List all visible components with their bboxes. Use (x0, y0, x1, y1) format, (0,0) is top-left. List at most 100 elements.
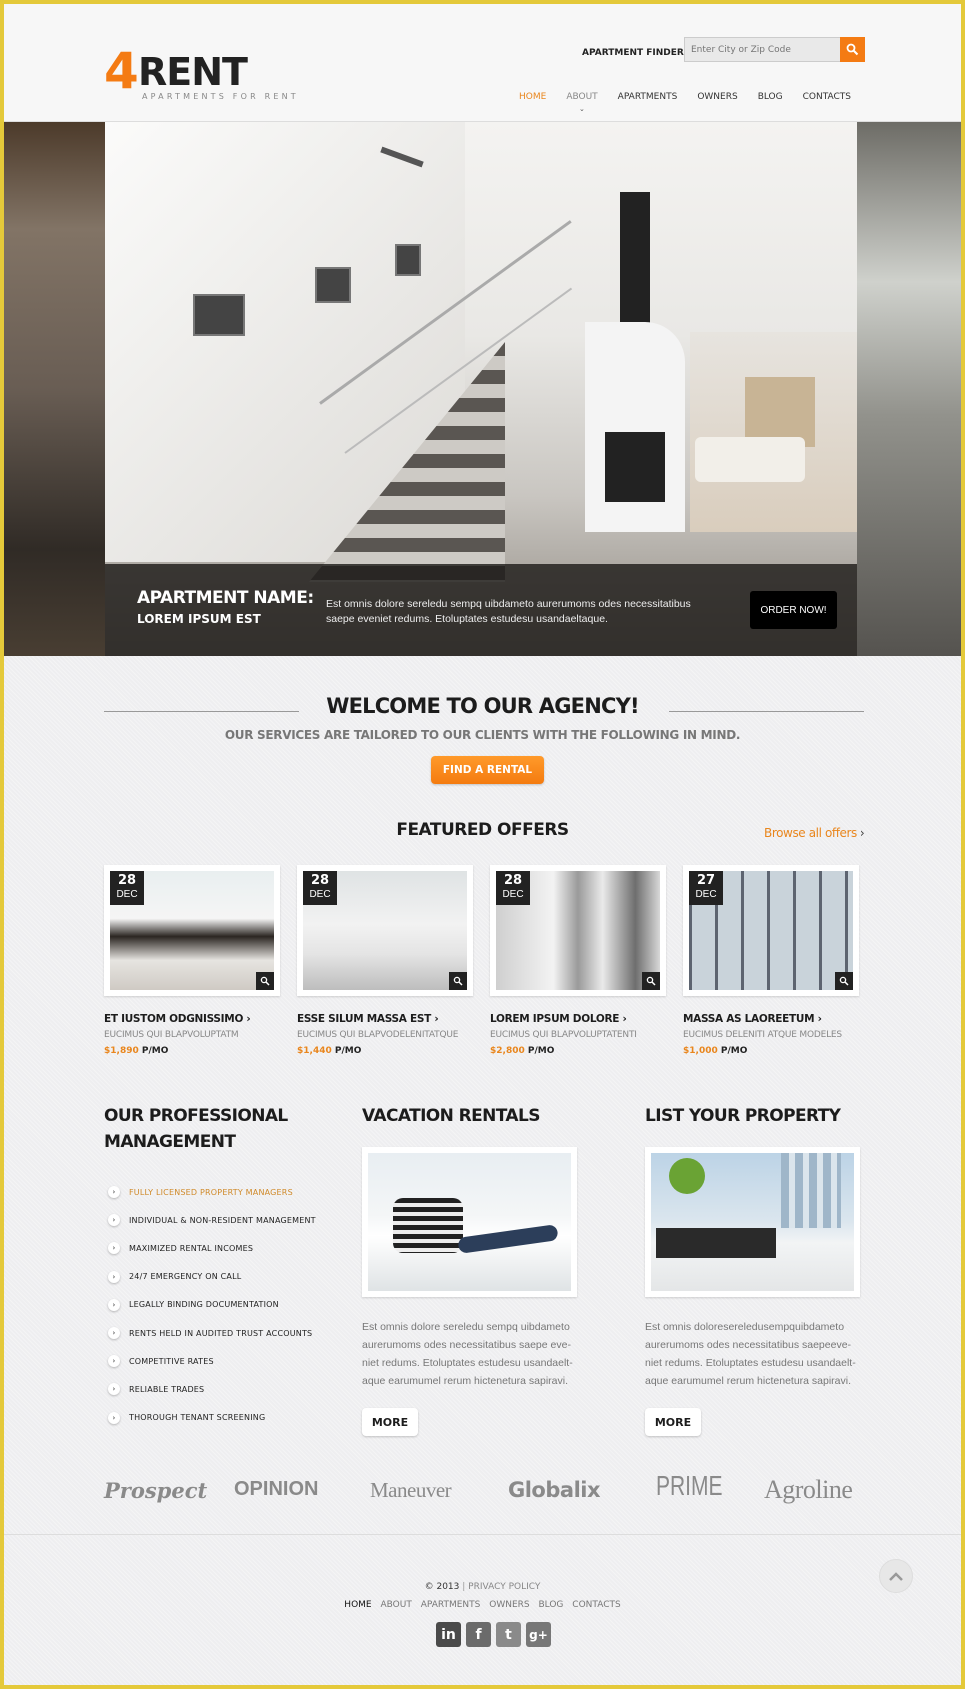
list-property-image[interactable] (645, 1147, 860, 1297)
apartment-finder-input[interactable] (684, 37, 841, 62)
chevron-right-icon: › (108, 1411, 120, 1424)
partner-logo-prospect[interactable]: Prospect (104, 1478, 207, 1503)
list-property-title: LIST YOUR PROPERTY (645, 1106, 841, 1126)
chevron-right-icon: › (108, 1186, 120, 1199)
chevron-right-icon: › (108, 1298, 120, 1311)
footer-nav-apartments[interactable]: APARTMENTS (421, 1600, 481, 1610)
offer-price: $2,800 P/MO (490, 1046, 555, 1056)
footer-nav-owners[interactable]: OWNERS (489, 1600, 529, 1610)
list-item[interactable]: › MAXIMIZED RENTAL INCOMES (108, 1234, 348, 1262)
list-item[interactable]: › FULLY LICENSED PROPERTY MANAGERS (108, 1178, 348, 1206)
welcome-subtitle: OUR SERVICES ARE TAILORED TO OUR CLIENTS… (224, 728, 741, 742)
hero-slider: APARTMENT NAME: LOREM IPSUM EST Est omni… (4, 122, 961, 656)
offer-date: 28 DEC (303, 871, 337, 905)
offer-image[interactable]: 28 DEC (297, 865, 473, 996)
facebook-icon[interactable]: f (466, 1622, 491, 1647)
partner-logo-prime[interactable]: PRIME (656, 1470, 723, 1502)
hero-title: APARTMENT NAME: (137, 588, 314, 608)
welcome-title: WELCOME TO OUR AGENCY! (326, 694, 639, 718)
nav-owners[interactable]: OWNERS (697, 92, 737, 102)
linkedin-icon[interactable]: in (436, 1622, 461, 1647)
chevron-right-icon: › (108, 1270, 120, 1283)
chevron-right-icon: › (108, 1214, 120, 1227)
vacation-text: Est omnis dolore sereledu sempq uibdamet… (362, 1321, 573, 1387)
footer-nav-blog[interactable]: BLOG (538, 1600, 563, 1610)
partner-logo-agroline[interactable]: Agroline (764, 1475, 853, 1505)
browse-all-offers-link[interactable]: Browse all offers › (764, 826, 865, 840)
hero-text: Est omnis dolore sereledu sempq uibdamet… (326, 598, 691, 625)
search-icon (846, 43, 859, 56)
chevron-right-icon: › (108, 1383, 120, 1396)
list-property-more-button[interactable]: MORE (645, 1408, 701, 1436)
zoom-icon[interactable] (256, 972, 274, 990)
hero-prev-slide-preview[interactable] (4, 122, 105, 656)
offer-name[interactable]: ESSE SILUM MASSA EST › (297, 1013, 439, 1025)
offer-image[interactable]: 28 DEC (104, 865, 280, 996)
logo-word: RENT (138, 50, 248, 94)
footer: © 2013 | PRIVACY POLICY HOME ABOUT APART… (4, 1534, 961, 1685)
chevron-right-icon: › (108, 1327, 120, 1340)
finder-search-button[interactable] (840, 37, 865, 62)
zoom-icon[interactable] (449, 972, 467, 990)
footer-nav: HOME ABOUT APARTMENTS OWNERS BLOG CONTAC… (4, 1600, 961, 1610)
chevron-right-icon: › (108, 1242, 120, 1255)
offer-subtitle: EUCIMUS QUI BLAPVOLUPTATENTI (490, 1030, 637, 1040)
management-list: › FULLY LICENSED PROPERTY MANAGERS › INDIV… (108, 1178, 348, 1432)
list-item[interactable]: › RENTS HELD IN AUDITED TRUST ACCOUNTS (108, 1319, 348, 1347)
offer-name[interactable]: MASSA AS LAOREETUM › (683, 1013, 822, 1025)
vacation-rentals-title: VACATION RENTALS (362, 1106, 540, 1126)
copyright: © 2013 | PRIVACY POLICY (424, 1582, 541, 1592)
nav-contacts[interactable]: CONTACTS (803, 92, 851, 102)
list-item[interactable]: › RELIABLE TRADES (108, 1375, 348, 1403)
offer-image[interactable]: 28 DEC (490, 865, 666, 996)
offer-name[interactable]: ET IUSTOM ODGNISSIMO › (104, 1013, 251, 1025)
twitter-icon[interactable]: t (496, 1622, 521, 1647)
hero-next-slide-preview[interactable] (857, 122, 961, 656)
partner-logo-maneuver[interactable]: Maneuver (370, 1478, 452, 1503)
list-item[interactable]: › INDIVIDUAL & NON-RESIDENT MANAGEMENT (108, 1206, 348, 1234)
find-rental-button[interactable]: FIND A RENTAL (431, 756, 544, 784)
nav-about-label: ABOUT (566, 92, 598, 102)
footer-nav-contacts[interactable]: CONTACTS (572, 1600, 620, 1610)
offer-image[interactable]: 27 DEC (683, 865, 859, 996)
google-plus-icon[interactable]: g+ (526, 1622, 551, 1647)
offer-price: $1,890 P/MO (104, 1046, 169, 1056)
chevron-right-icon: › (859, 826, 865, 840)
footer-nav-home[interactable]: HOME (344, 1600, 371, 1610)
chevron-up-icon (889, 1572, 903, 1581)
main-nav: HOME ABOUT ⌄ APARTMENTS OWNERS BLOG CONTA… (519, 92, 871, 113)
browse-link-label: Browse all offers (764, 826, 857, 840)
order-now-button[interactable]: ORDER NOW! (750, 591, 837, 629)
social-links: in f t g+ (436, 1622, 551, 1647)
partner-logo-opinion[interactable]: OPINION (234, 1478, 318, 1501)
vacation-more-button[interactable]: MORE (362, 1408, 418, 1436)
list-property-text: Est omnis doloresereledusempquibdameto a… (645, 1321, 856, 1387)
nav-apartments[interactable]: APARTMENTS (618, 92, 678, 102)
zoom-icon[interactable] (642, 972, 660, 990)
offer-subtitle: EUCIMUS DELENITI ATQUE MODELES (683, 1030, 842, 1040)
footer-nav-about[interactable]: ABOUT (380, 1600, 411, 1610)
list-item[interactable]: › COMPETITIVE RATES (108, 1347, 348, 1375)
partner-logo-globalix[interactable]: Globalix (508, 1478, 601, 1502)
offer-date: 28 DEC (496, 871, 530, 905)
nav-about[interactable]: ABOUT ⌄ (566, 92, 598, 113)
zoom-icon[interactable] (835, 972, 853, 990)
offer-date: 28 DEC (110, 871, 144, 905)
offer-price: $1,000 P/MO (683, 1046, 748, 1056)
logo-tagline: APARTMENTS FOR RENT (142, 92, 299, 101)
offer-subtitle: EUCIMUS QUI BLAPVOLUPTATM (104, 1030, 239, 1040)
list-item[interactable]: › THOROUGH TENANT SCREENING (108, 1404, 348, 1432)
nav-blog[interactable]: BLOG (758, 92, 783, 102)
offer-name[interactable]: LOREM IPSUM DOLORE › (490, 1013, 627, 1025)
list-item[interactable]: › 24/7 EMERGENCY ON CALL (108, 1263, 348, 1291)
vacation-image[interactable] (362, 1147, 577, 1297)
list-item[interactable]: › LEGALLY BINDING DOCUMENTATION (108, 1291, 348, 1319)
nav-home[interactable]: HOME (519, 92, 546, 102)
chevron-down-icon: ⌄ (579, 105, 585, 113)
partner-logos: Prospect OPINION Maneuver Globalix PRIME… (4, 1466, 961, 1516)
header: 4 RENT APARTMENTS FOR RENT APARTMENT FIN… (4, 4, 961, 122)
privacy-policy-link[interactable]: PRIVACY POLICY (468, 1582, 540, 1592)
chevron-right-icon: › (108, 1355, 120, 1368)
apartment-finder-label: APARTMENT FINDER (582, 48, 684, 58)
logo-number: 4 (104, 42, 139, 100)
